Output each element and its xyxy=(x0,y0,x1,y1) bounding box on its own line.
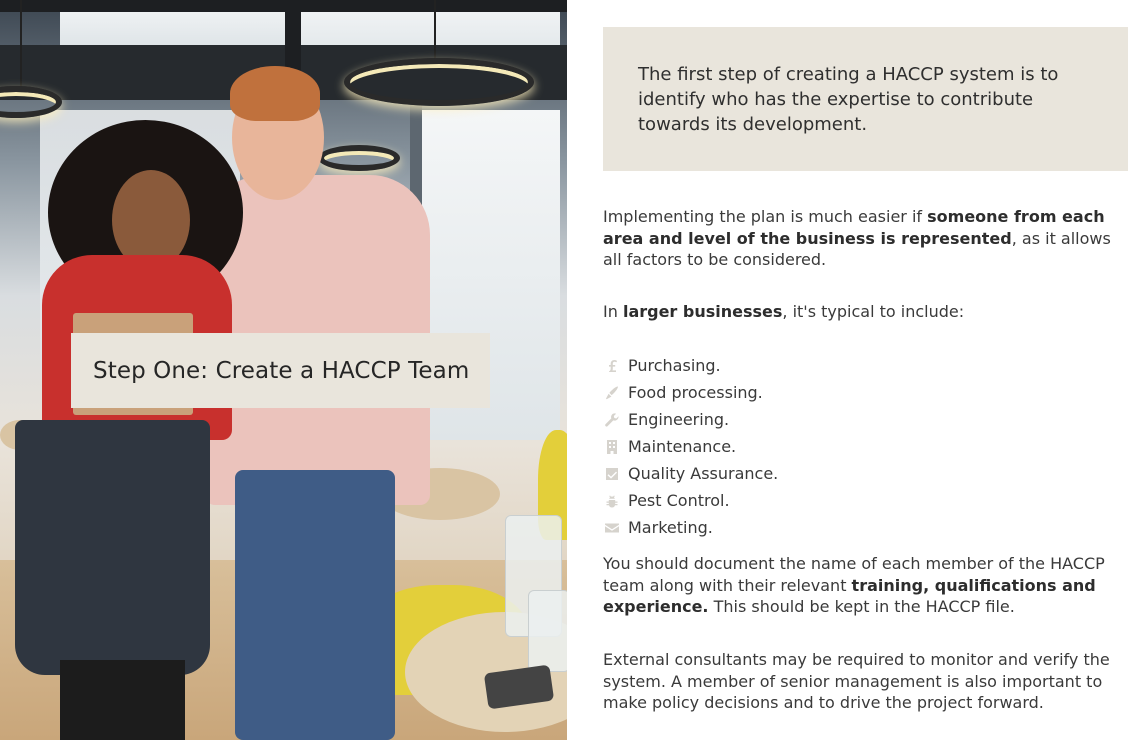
list-item: Maintenance. xyxy=(603,433,778,460)
envelope-icon xyxy=(603,519,620,536)
list-item-label: Pest Control. xyxy=(628,491,730,510)
list-item: Pest Control. xyxy=(603,487,778,514)
knife-icon xyxy=(603,384,620,401)
paragraph-text: Implementing the plan is much easier if xyxy=(603,207,928,226)
intro-callout: The first step of creating a HACCP syste… xyxy=(603,27,1128,171)
paragraph-external-consultants: External consultants may be required to … xyxy=(603,650,1110,712)
list-item-label: Engineering. xyxy=(628,410,730,429)
list-item: Marketing. xyxy=(603,514,778,541)
paragraph-representation: Implementing the plan is much easier if … xyxy=(603,206,1113,271)
list-item: Quality Assurance. xyxy=(603,460,778,487)
list-item: Purchasing. xyxy=(603,352,778,379)
wrench-icon xyxy=(603,411,620,428)
paragraph-bold-text: larger businesses xyxy=(622,302,783,321)
step-title: Step One: Create a HACCP Team xyxy=(93,357,470,384)
list-item: Engineering. xyxy=(603,406,778,433)
list-item-label: Purchasing. xyxy=(628,356,721,375)
team-roles-list: Purchasing. Food processing. Engineering… xyxy=(603,352,778,541)
list-item-label: Food processing. xyxy=(628,383,763,402)
list-item-label: Maintenance. xyxy=(628,437,737,456)
bug-icon xyxy=(603,492,620,509)
pound-icon xyxy=(603,357,620,374)
paragraph-text: In xyxy=(603,302,623,321)
paragraph-documentation: You should document the name of each mem… xyxy=(603,553,1113,618)
checkbox-icon xyxy=(603,465,620,482)
paragraph-larger-businesses: In larger businesses, it's typical to in… xyxy=(603,301,1113,323)
list-item-label: Marketing. xyxy=(628,518,713,537)
step-title-card: Step One: Create a HACCP Team xyxy=(71,333,490,408)
building-icon xyxy=(603,438,620,455)
paragraph-text: , it's typical to include: xyxy=(782,302,965,321)
paragraph-text: This should be kept in the HACCP file. xyxy=(708,597,1015,616)
list-item: Food processing. xyxy=(603,379,778,406)
list-item-label: Quality Assurance. xyxy=(628,464,779,483)
intro-text: The first step of creating a HACCP syste… xyxy=(638,64,1059,135)
